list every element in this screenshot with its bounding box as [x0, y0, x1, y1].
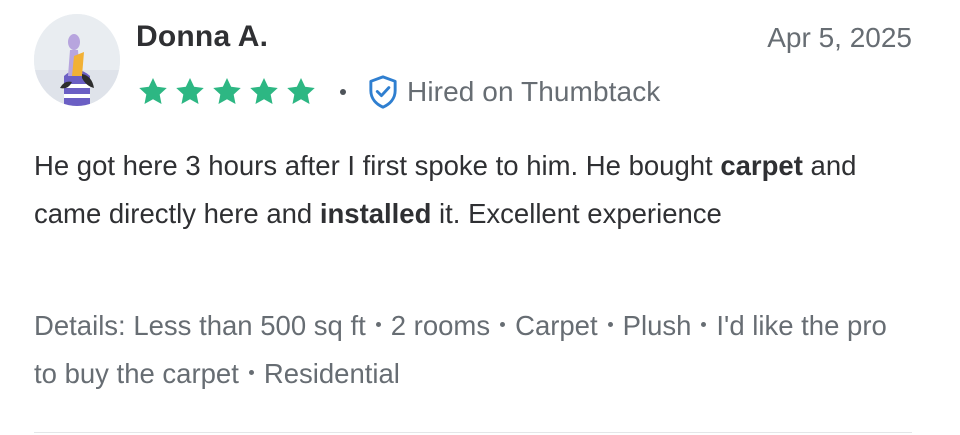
star-rating — [136, 76, 318, 108]
reviewer-name: Donna A. — [136, 20, 269, 53]
review-date: Apr 5, 2025 — [767, 22, 912, 53]
star-icon — [173, 76, 207, 108]
rating-row: Hired on Thumbtack — [136, 70, 660, 114]
avatar-image — [34, 14, 120, 106]
shield-check-icon — [368, 75, 398, 109]
details-label: Details: — [34, 310, 134, 341]
review-card: Donna A. Apr 5, 2025 Hired on Thumbtack … — [0, 0, 960, 435]
divider — [34, 432, 912, 433]
separator-dot — [500, 322, 506, 328]
hired-badge-label: Hired on Thumbtack — [407, 76, 661, 107]
avatar[interactable] — [34, 14, 120, 106]
separator-dot — [248, 370, 254, 376]
star-icon — [210, 76, 244, 108]
detail-item: Residential — [263, 358, 400, 389]
separator-dot — [607, 322, 613, 328]
review-body-text: He got here 3 hours after I first spoke … — [34, 150, 721, 181]
detail-item: 2 rooms — [390, 310, 491, 341]
review-highlight: installed — [319, 198, 432, 229]
project-details: Details: Less than 500 sq ft 2 rooms Carpe… — [34, 302, 914, 398]
star-icon — [247, 76, 281, 108]
separator-dot — [375, 322, 381, 328]
separator-dot — [340, 89, 346, 95]
detail-item: Plush — [622, 310, 692, 341]
review-body: He got here 3 hours after I first spoke … — [34, 142, 894, 238]
star-icon — [136, 76, 170, 108]
star-icon — [284, 76, 318, 108]
separator-dot — [701, 322, 707, 328]
detail-item: Less than 500 sq ft — [133, 310, 366, 341]
review-highlight: carpet — [720, 150, 803, 181]
detail-item: Carpet — [515, 310, 598, 341]
review-body-text: it. Excellent experience — [431, 198, 722, 229]
